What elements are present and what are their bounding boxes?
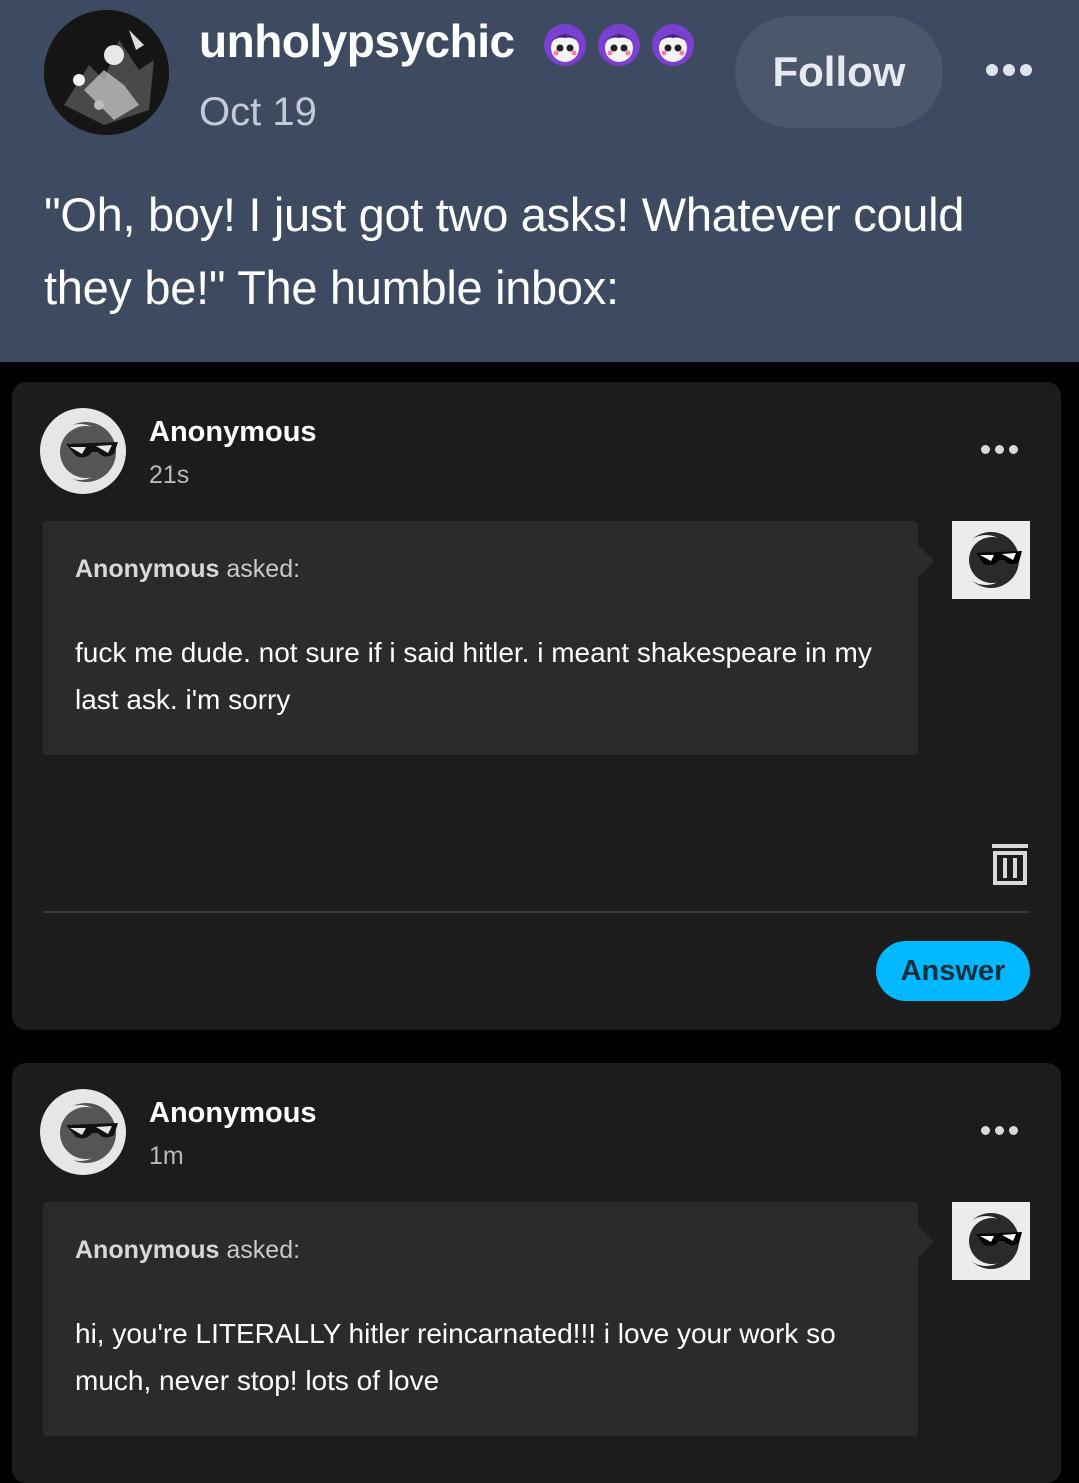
asker-avatar-icon[interactable] <box>952 1202 1030 1280</box>
ask-more-icon[interactable] <box>981 445 1018 454</box>
trash-icon[interactable] <box>990 841 1030 887</box>
ask-card: Anonymous 21s Anonymous asked: fuck me d… <box>12 382 1061 1030</box>
ask-bubble: Anonymous asked: hi, you're LITERALLY hi… <box>43 1202 934 1436</box>
ask-body: fuck me dude. not sure if i said hitler.… <box>75 637 872 715</box>
ask-timestamp: 21s <box>149 461 190 489</box>
ask-card: Anonymous 1m Anonymous asked: hi, you're… <box>12 1063 1061 1483</box>
ask-timestamp: 1m <box>149 1142 184 1170</box>
divider <box>43 911 1030 913</box>
post-more-icon[interactable] <box>986 52 1038 88</box>
purple-face-badge-icon[interactable] <box>650 22 696 68</box>
asker-avatar-icon[interactable] <box>952 521 1030 599</box>
post-header: unholypsychic Oct 19 Follow "Oh, boy! I … <box>0 0 1079 362</box>
blog-avatar[interactable] <box>44 10 169 135</box>
post-date[interactable]: Oct 19 <box>199 90 317 135</box>
asker-name[interactable]: Anonymous <box>149 416 317 449</box>
badge-row <box>542 22 696 68</box>
ask-body: hi, you're LITERALLY hitler reincarnated… <box>75 1318 836 1396</box>
anonymous-sunglasses-avatar-icon[interactable] <box>40 1089 126 1175</box>
asked-label: Anonymous asked: <box>75 1236 301 1264</box>
purple-face-badge-icon[interactable] <box>542 22 588 68</box>
follow-button[interactable]: Follow <box>735 16 943 128</box>
post-text: "Oh, boy! I just got two asks! Whatever … <box>44 188 965 314</box>
blog-name[interactable]: unholypsychic <box>199 14 515 68</box>
anonymous-sunglasses-avatar-icon[interactable] <box>40 408 126 494</box>
asked-label: Anonymous asked: <box>75 555 301 583</box>
ask-bubble: Anonymous asked: fuck me dude. not sure … <box>43 521 934 755</box>
purple-face-badge-icon[interactable] <box>596 22 642 68</box>
ask-more-icon[interactable] <box>981 1126 1018 1135</box>
asker-name[interactable]: Anonymous <box>149 1097 317 1130</box>
answer-button[interactable]: Answer <box>876 941 1030 1001</box>
